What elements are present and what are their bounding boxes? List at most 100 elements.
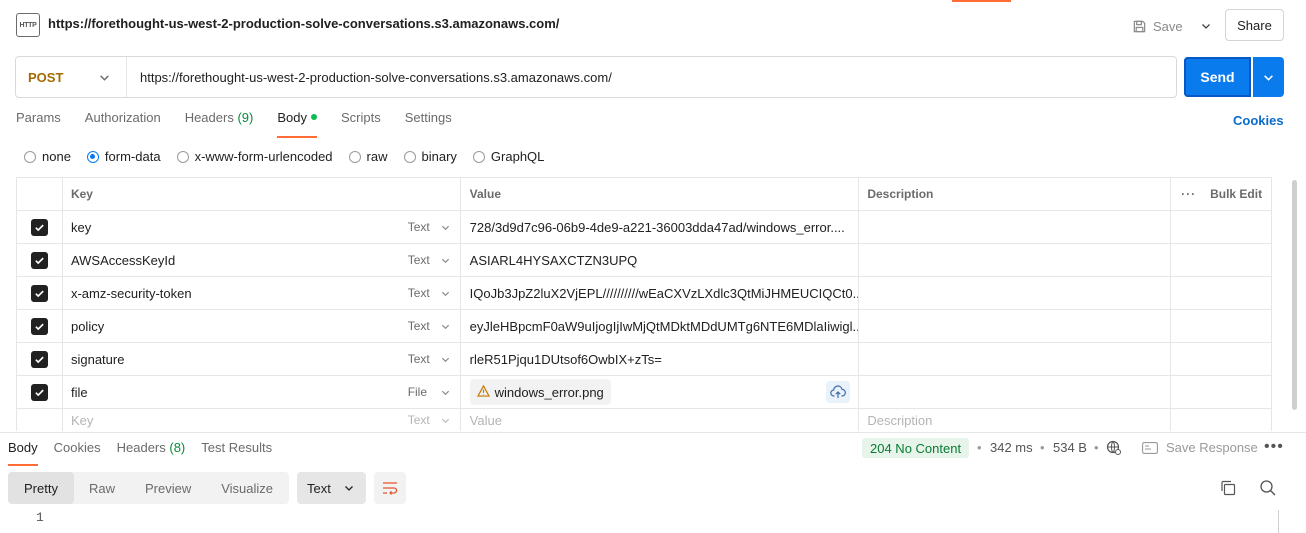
type-select[interactable]: Text (401, 277, 461, 309)
row-checkbox[interactable] (17, 343, 63, 375)
radio-form-data[interactable]: form-data (86, 149, 161, 164)
body-type-selector: none form-data x-www-form-urlencoded raw… (24, 149, 560, 164)
key-input[interactable]: AWSAccessKeyId (63, 244, 401, 276)
network-icon[interactable] (1106, 440, 1122, 459)
header-key: Key (63, 178, 461, 210)
value-input[interactable]: IQoJb3JpZ2luX2VjEPL//////////wEaCXVzLXdl… (461, 277, 860, 309)
send-options-button[interactable] (1253, 57, 1284, 97)
checkbox-checked-icon (30, 251, 48, 269)
key-input[interactable]: policy (63, 310, 401, 342)
description-input[interactable] (859, 343, 1172, 375)
response-view-switcher: Pretty Raw Preview Visualize (8, 472, 289, 504)
value-input[interactable]: rleR51Pjqu1DUtsof6OwbIX+zTs= (461, 343, 860, 375)
new-type-select[interactable]: Text (401, 409, 461, 431)
value-input[interactable]: eyJleHBpcmF0aW9uIjogIjIwMjQtMDktMDdUMTg6… (461, 310, 860, 342)
radio-raw-label: raw (366, 149, 388, 164)
save-options-button[interactable] (1196, 13, 1216, 39)
description-input[interactable] (859, 310, 1172, 342)
description-input[interactable] (859, 277, 1172, 309)
tab-scripts[interactable]: Scripts (341, 110, 381, 136)
radio-button (348, 150, 361, 163)
type-label: Text (407, 253, 430, 267)
share-button[interactable]: Share (1225, 9, 1284, 41)
row-checkbox[interactable] (17, 244, 63, 276)
more-options-icon[interactable]: ••• (1264, 438, 1284, 456)
view-preview[interactable]: Preview (130, 472, 206, 504)
save-button[interactable]: Save (1132, 13, 1183, 39)
description-input[interactable] (859, 211, 1172, 243)
type-select[interactable]: Text (401, 211, 461, 243)
table-row: signature Text rleR51Pjqu1DUtsof6OwbIX+z… (17, 343, 1272, 376)
checkbox-checked-icon (30, 350, 48, 368)
tab-headers[interactable]: Headers (9) (185, 110, 254, 136)
table-scrollbar[interactable] (1292, 180, 1297, 410)
file-value-cell: windows_error.png (461, 376, 860, 408)
status-badge[interactable]: 204 No Content (862, 438, 970, 458)
row-checkbox[interactable] (17, 376, 63, 408)
key-input[interactable]: file (63, 376, 401, 408)
row-checkbox[interactable] (17, 211, 63, 243)
request-url-bar: POST https://forethought-us-west-2-produ… (15, 56, 1177, 98)
response-size[interactable]: 534 B (1053, 440, 1087, 455)
request-title[interactable]: https://forethought-us-west-2-production… (48, 16, 559, 31)
bulk-edit-button[interactable]: ··· Bulk Edit (1171, 178, 1273, 210)
method-select[interactable]: POST (16, 57, 127, 97)
response-tab-body[interactable]: Body (8, 440, 38, 466)
chevron-down-icon (99, 71, 110, 86)
view-visualize[interactable]: Visualize (206, 472, 288, 504)
radio-raw[interactable]: raw (348, 149, 388, 164)
value-input[interactable]: ASIARL4HYSAXCTZN3UPQ (461, 244, 860, 276)
row-checkbox[interactable] (17, 277, 63, 309)
checkbox-checked-icon (30, 317, 48, 335)
new-value-input[interactable]: Value (461, 409, 860, 431)
key-input[interactable]: key (63, 211, 401, 243)
save-response-button[interactable]: Save Response (1142, 440, 1258, 455)
cookies-link[interactable]: Cookies (1233, 113, 1284, 128)
response-tab-test-results[interactable]: Test Results (201, 440, 272, 464)
radio-graphql[interactable]: GraphQL (472, 149, 544, 164)
tab-params[interactable]: Params (16, 110, 61, 136)
radio-binary[interactable]: binary (403, 149, 457, 164)
warning-icon (476, 384, 490, 400)
copy-icon[interactable] (1219, 479, 1237, 500)
tab-body[interactable]: Body (277, 110, 317, 138)
checkbox-checked-icon (30, 383, 48, 401)
search-icon[interactable] (1259, 479, 1277, 500)
send-button[interactable]: Send (1184, 57, 1251, 97)
cloud-upload-icon[interactable] (826, 381, 851, 403)
tab-authorization[interactable]: Authorization (85, 110, 161, 136)
type-select[interactable]: File (401, 376, 461, 408)
description-input[interactable] (859, 244, 1172, 276)
format-select[interactable]: Text (297, 472, 366, 504)
new-description-input[interactable]: Description (859, 409, 1172, 431)
chevron-down-icon (441, 324, 449, 329)
description-input[interactable] (859, 376, 1172, 408)
response-tabs: Body Cookies Headers (8) Test Results (8, 440, 288, 466)
row-checkbox[interactable] (17, 310, 63, 342)
file-chip[interactable]: windows_error.png (469, 379, 611, 405)
type-select[interactable]: Text (401, 310, 461, 342)
radio-none[interactable]: none (24, 149, 71, 164)
type-select[interactable]: Text (401, 343, 461, 375)
wrap-lines-button[interactable] (374, 472, 406, 504)
chevron-down-icon (345, 486, 353, 491)
key-input[interactable]: x-amz-security-token (63, 277, 401, 309)
chevron-down-icon (441, 291, 449, 296)
response-tab-headers[interactable]: Headers (8) (117, 440, 186, 464)
form-data-table: Key Value Description ··· Bulk Edit key … (16, 177, 1273, 431)
value-input[interactable]: 728/3d9d7c96-06b9-4de9-a221-36003dda47ad… (461, 211, 860, 243)
new-key-input[interactable]: Key (63, 409, 401, 431)
chevron-down-icon (441, 357, 449, 362)
tab-settings[interactable]: Settings (405, 110, 452, 136)
type-label: File (407, 385, 428, 399)
view-pretty[interactable]: Pretty (8, 472, 74, 504)
type-select[interactable]: Text (401, 244, 461, 276)
response-time[interactable]: 342 ms (990, 440, 1033, 455)
response-tab-cookies[interactable]: Cookies (54, 440, 101, 464)
key-input[interactable]: signature (63, 343, 401, 375)
response-divider[interactable] (0, 432, 1306, 433)
radio-button-checked (86, 150, 99, 163)
radio-urlencoded[interactable]: x-www-form-urlencoded (176, 149, 333, 164)
view-raw[interactable]: Raw (74, 472, 130, 504)
url-input[interactable]: https://forethought-us-west-2-production… (127, 70, 612, 85)
